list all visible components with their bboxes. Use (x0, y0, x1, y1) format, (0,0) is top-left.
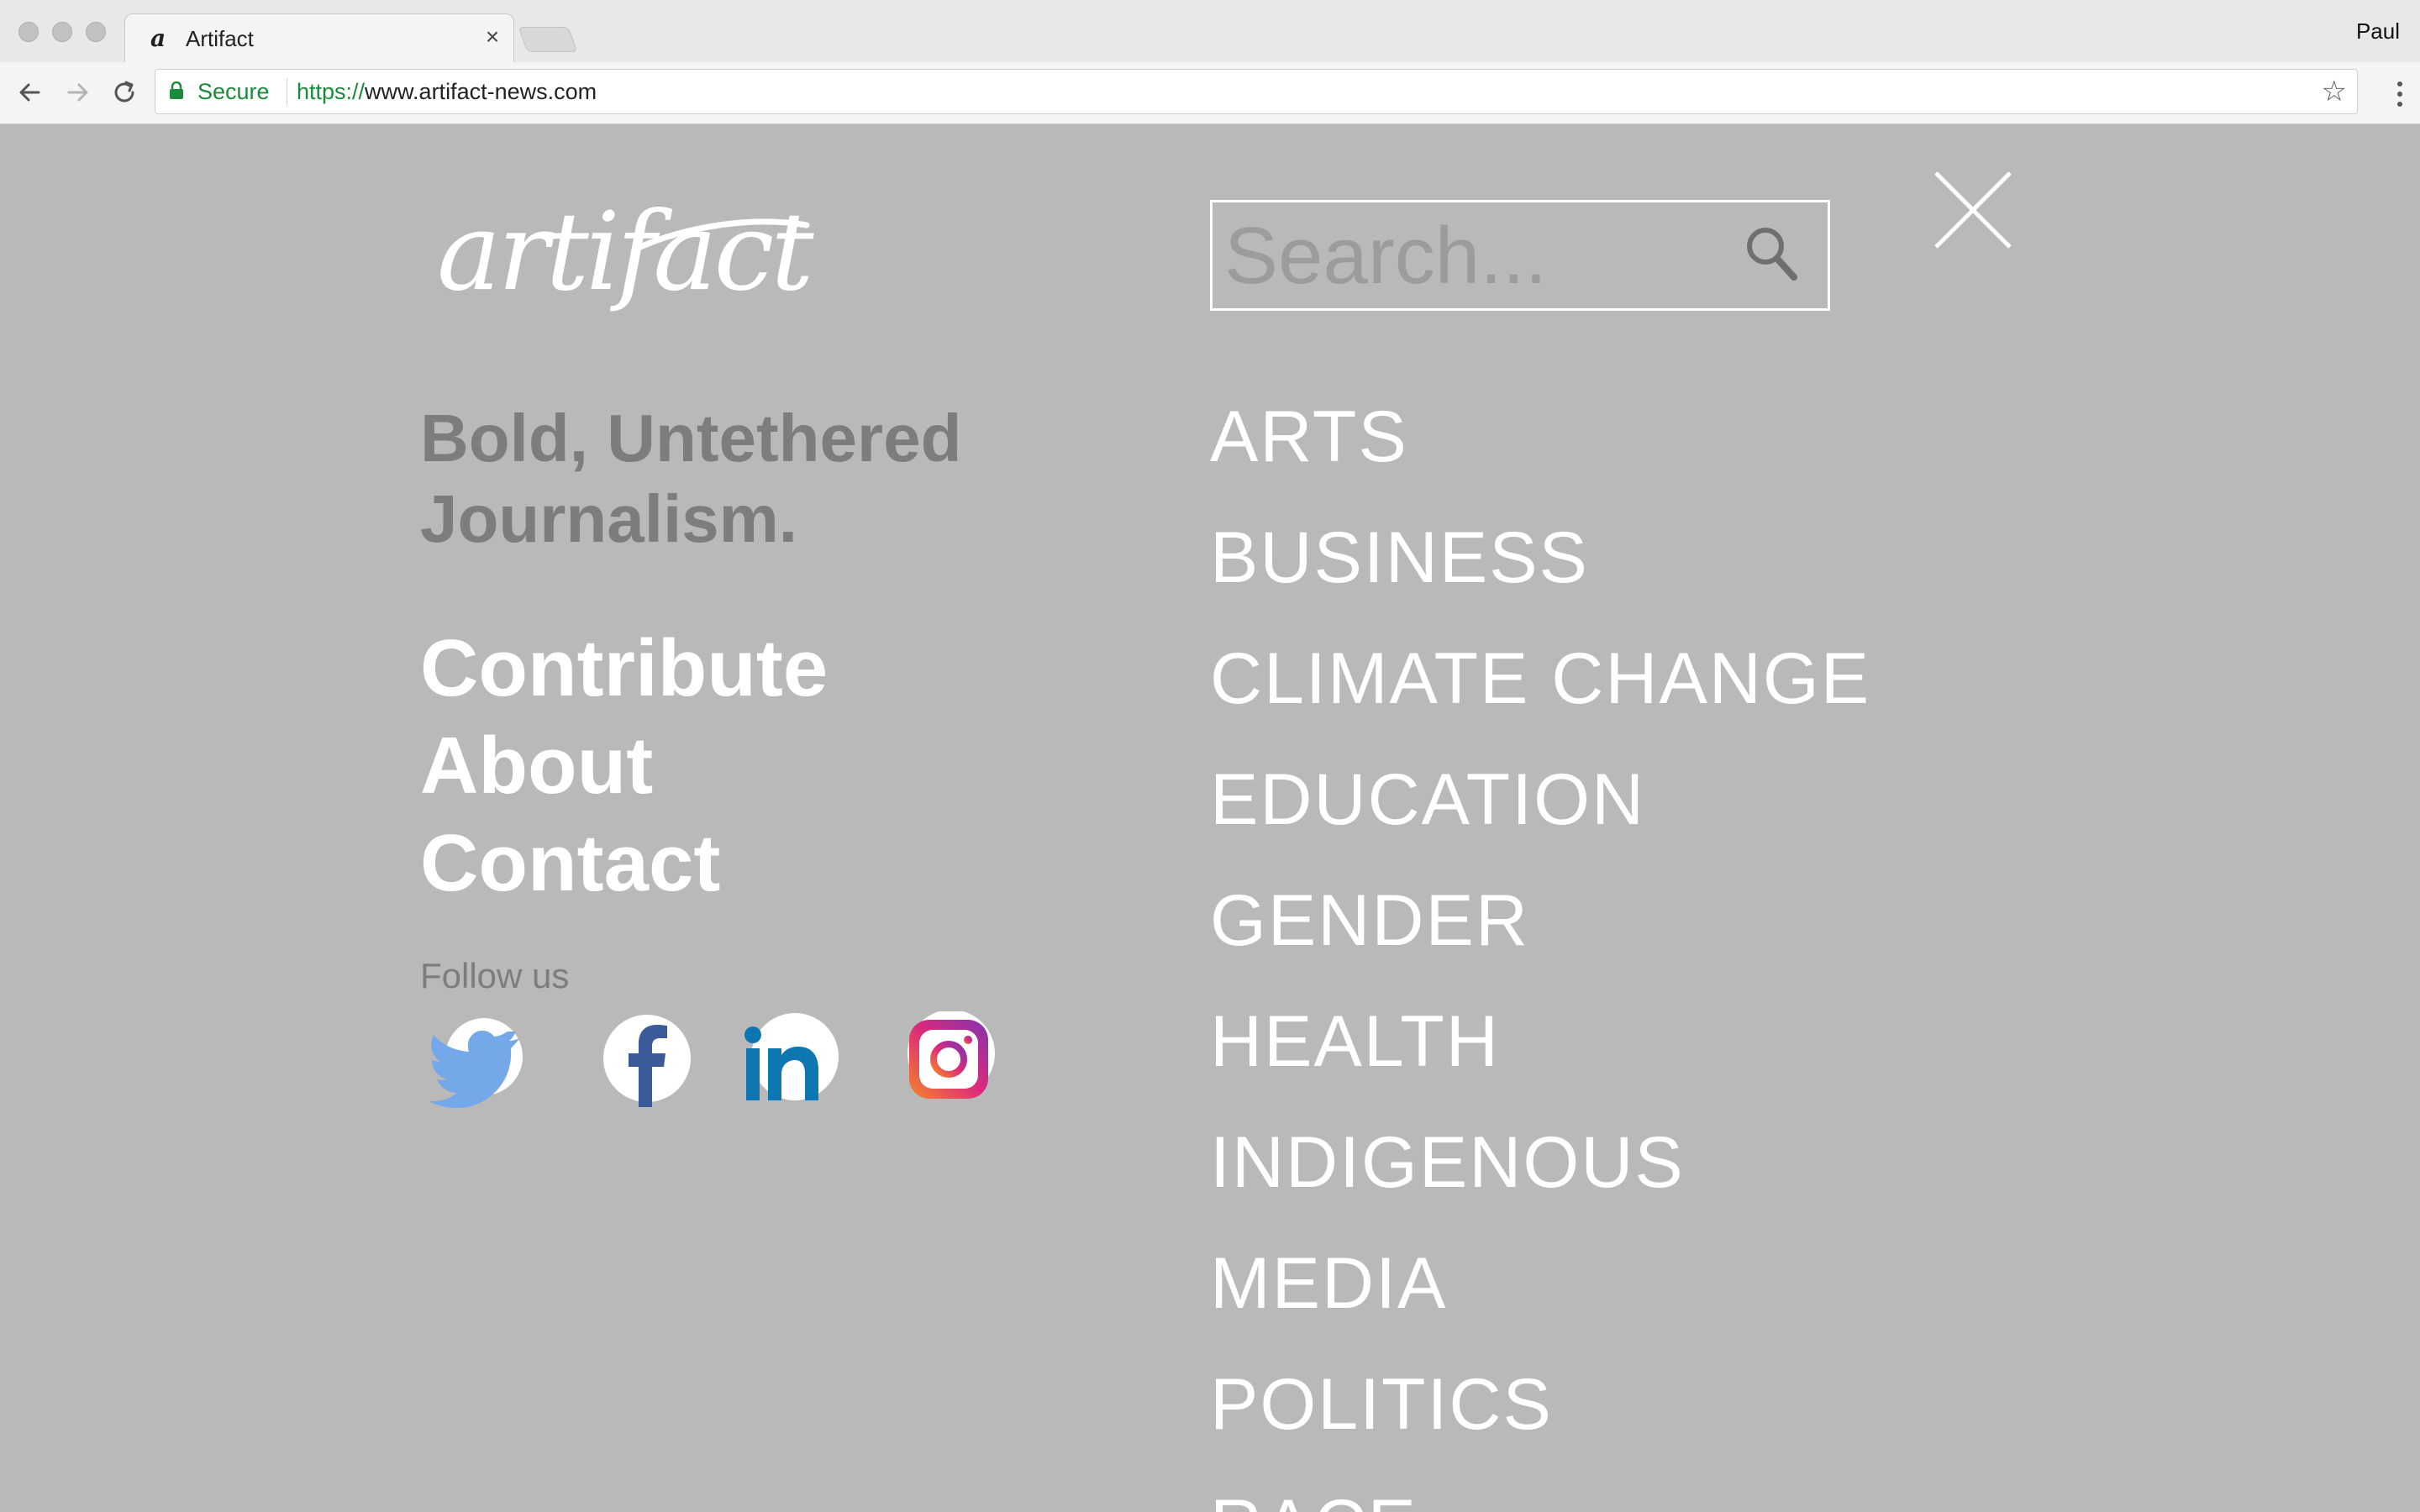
artifact-logo[interactable]: artifact (430, 195, 817, 329)
browser-toolbar: Secure https://www.artifact-news.com ☆ (0, 62, 2420, 124)
tab-bar: a Artifact × Paul (0, 0, 2420, 64)
reload-icon[interactable] (108, 76, 141, 109)
twitter-icon[interactable] (424, 1011, 524, 1112)
side-links: Contribute About Contact (420, 620, 828, 912)
minimize-window-button[interactable] (52, 22, 72, 42)
facebook-icon[interactable] (598, 1011, 699, 1112)
section-link-race[interactable]: RACE (1210, 1465, 1870, 1512)
section-link-arts[interactable]: ARTS (1210, 376, 1870, 497)
menu-overlay: artifact Bold, Untethered Journalism. Co… (0, 124, 2420, 1512)
bookmark-star-icon[interactable]: ☆ (2322, 76, 2347, 107)
logo-text: artifact (437, 195, 814, 315)
search-box[interactable] (1210, 200, 1830, 311)
instagram-icon[interactable] (901, 1011, 1002, 1112)
section-link-climate-change[interactable]: CLIMATE CHANGE (1210, 618, 1870, 739)
section-link-health[interactable]: HEALTH (1210, 981, 1870, 1102)
tab-close-icon[interactable]: × (480, 24, 505, 50)
url-text[interactable]: https://www.artifact-news.com (297, 79, 597, 105)
new-tab-button[interactable] (518, 27, 578, 52)
address-bar[interactable]: Secure https://www.artifact-news.com ☆ (155, 69, 2358, 114)
profile-name[interactable]: Paul (2356, 18, 2400, 45)
section-link-education[interactable]: EDUCATION (1210, 739, 1870, 860)
close-window-button[interactable] (18, 22, 39, 42)
follow-us-label: Follow us (420, 956, 570, 995)
secure-label: Secure (197, 79, 270, 104)
tab-title: Artifact (186, 26, 254, 51)
linkedin-icon[interactable] (739, 1011, 840, 1112)
search-input[interactable] (1223, 209, 1730, 303)
close-icon[interactable] (1933, 170, 2013, 250)
tagline: Bold, Untethered Journalism. (420, 401, 962, 556)
section-link-business[interactable]: BUSINESS (1210, 497, 1870, 618)
contact-link[interactable]: Contact (420, 815, 828, 912)
section-nav: ARTS BUSINESS CLIMATE CHANGE EDUCATION G… (1210, 376, 1870, 1512)
search-icon[interactable] (1744, 224, 1799, 283)
browser-menu-icon[interactable] (2395, 77, 2405, 111)
section-link-indigenous[interactable]: INDIGENOUS (1210, 1102, 1870, 1223)
forward-arrow-icon[interactable] (60, 76, 94, 109)
contribute-link[interactable]: Contribute (420, 620, 828, 717)
url-host: www.artifact-news.com (365, 79, 597, 104)
section-link-politics[interactable]: POLITICS (1210, 1344, 1870, 1465)
maximize-window-button[interactable] (86, 22, 106, 42)
about-link[interactable]: About (420, 717, 828, 815)
favicon-icon: a (150, 24, 166, 52)
section-link-gender[interactable]: GENDER (1210, 860, 1870, 981)
lock-icon (170, 81, 183, 99)
url-scheme: https:// (297, 79, 366, 104)
browser-tab[interactable]: a Artifact × (124, 13, 514, 64)
back-arrow-icon[interactable] (13, 76, 47, 109)
browser-chrome: a Artifact × Paul Secure https://www.art… (0, 0, 2420, 124)
section-link-media[interactable]: MEDIA (1210, 1223, 1870, 1344)
